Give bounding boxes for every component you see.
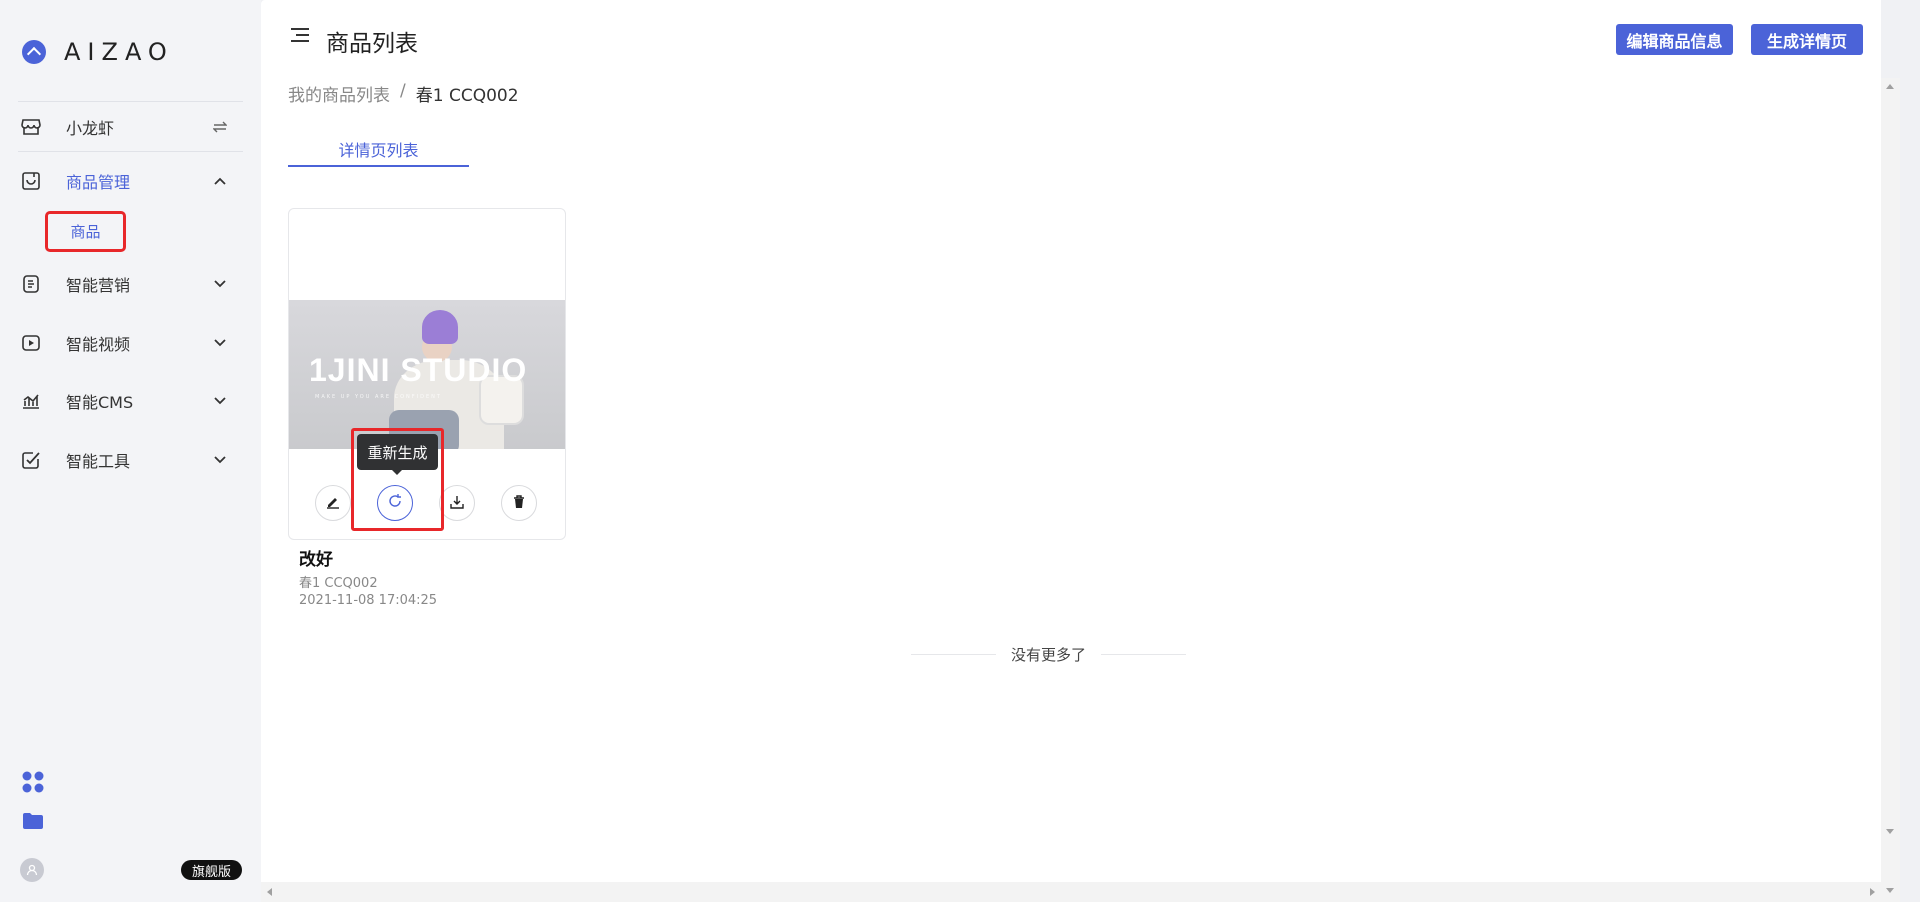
generate-detail-page-button[interactable]: 生成详情页	[1751, 24, 1863, 55]
chevron-down-icon	[210, 450, 230, 470]
scroll-right-icon[interactable]	[1870, 888, 1875, 896]
divider-line	[911, 654, 996, 655]
product-manage-icon	[20, 170, 42, 192]
download-icon	[450, 494, 464, 513]
regenerate-icon	[387, 493, 403, 513]
tab-detail-page-list[interactable]: 详情页列表	[288, 137, 469, 167]
chevron-down-icon	[210, 274, 230, 294]
scroll-left-icon[interactable]	[267, 888, 272, 896]
sidebar-item-label: 智能CMS	[66, 393, 134, 412]
user-avatar-icon[interactable]	[20, 858, 44, 882]
breadcrumb-separator: /	[400, 81, 406, 101]
no-more-text: 没有更多了	[1011, 646, 1087, 664]
image-figure-hat	[422, 310, 458, 344]
regenerate-tooltip: 重新生成	[357, 434, 438, 475]
sidebar-divider	[18, 101, 243, 102]
logo-text: AIZAO	[64, 38, 174, 66]
no-more-divider: 没有更多了	[911, 644, 1187, 665]
video-icon	[20, 332, 42, 354]
edit-icon	[326, 494, 340, 513]
download-button[interactable]	[439, 485, 475, 521]
sidebar-subitem-product[interactable]: 商品	[45, 211, 126, 252]
main-content: 商品列表 编辑商品信息 生成详情页 我的商品列表 / 春1 CCQ002 详情页…	[261, 0, 1881, 882]
chevron-down-icon	[210, 333, 230, 353]
chevron-up-icon	[210, 171, 230, 191]
apps-grid-icon[interactable]	[22, 771, 44, 797]
sidebar-divider	[18, 151, 243, 152]
card-title: 改好	[299, 550, 333, 570]
sidebar-item-video[interactable]: 智能视频	[20, 328, 230, 358]
card-timestamp: 2021-11-08 17:04:25	[299, 593, 438, 608]
scroll-up-icon[interactable]	[1886, 84, 1894, 89]
logo-mark-icon	[22, 40, 46, 64]
sidebar-item-label: 智能视频	[66, 335, 131, 354]
edit-product-info-button[interactable]: 编辑商品信息	[1616, 24, 1733, 55]
breadcrumb: 我的商品列表 / 春1 CCQ002	[288, 81, 519, 106]
chevron-down-icon	[210, 391, 230, 411]
sidebar-item-marketing[interactable]: 智能营销	[20, 269, 230, 299]
breadcrumb-current: 春1 CCQ002	[415, 86, 519, 106]
store-switcher[interactable]: 小龙虾	[20, 112, 230, 142]
edit-button[interactable]	[315, 485, 351, 521]
logo[interactable]: AIZAO	[22, 38, 174, 66]
divider-line	[1101, 654, 1187, 655]
breadcrumb-parent[interactable]: 我的商品列表	[288, 81, 390, 106]
scroll-down-icon[interactable]	[1886, 829, 1894, 834]
cms-icon	[20, 390, 42, 412]
image-sub-text: MAKE UP YOU ARE CONFIDENT	[315, 394, 442, 400]
regenerate-button[interactable]	[377, 485, 413, 521]
horizontal-scrollbar[interactable]	[261, 882, 1881, 902]
sidebar-item-label: 智能工具	[66, 452, 131, 471]
store-icon	[20, 116, 42, 138]
folder-icon[interactable]	[22, 812, 44, 834]
delete-icon	[512, 494, 526, 513]
card-thumbnail: 1JINI STUDIO MAKE UP YOU ARE CONFIDENT	[289, 300, 565, 449]
delete-button[interactable]	[501, 485, 537, 521]
switch-icon[interactable]	[210, 117, 230, 137]
detail-page-card[interactable]: 1JINI STUDIO MAKE UP YOU ARE CONFIDENT	[288, 208, 566, 540]
marketing-icon	[20, 273, 42, 295]
sidebar-item-tools[interactable]: 智能工具	[20, 445, 230, 475]
sidebar-item-cms[interactable]: 智能CMS	[20, 386, 230, 416]
sidebar: AIZAO 小龙虾 商品管理 商品 智能营销 智能视频 智能CMS 智能工具 旗…	[0, 0, 261, 902]
sidebar-item-label: 商品管理	[66, 173, 131, 192]
tools-icon	[20, 449, 42, 471]
sidebar-item-label: 智能营销	[66, 276, 131, 295]
sidebar-item-product-manage[interactable]: 商品管理	[20, 166, 230, 196]
image-brand-text: 1JINI STUDIO	[309, 352, 528, 388]
page-title: 商品列表	[326, 31, 418, 57]
vertical-scrollbar[interactable]	[1881, 78, 1900, 840]
card-subtitle: 春1 CCQ002	[299, 576, 378, 591]
plan-badge: 旗舰版	[181, 860, 242, 880]
store-name: 小龙虾	[66, 119, 115, 138]
header: 商品列表 编辑商品信息 生成详情页	[261, 0, 1881, 75]
scroll-down-icon[interactable]	[1886, 888, 1894, 893]
menu-toggle-icon[interactable]	[291, 28, 309, 44]
scrollbar-corner	[1881, 840, 1900, 902]
